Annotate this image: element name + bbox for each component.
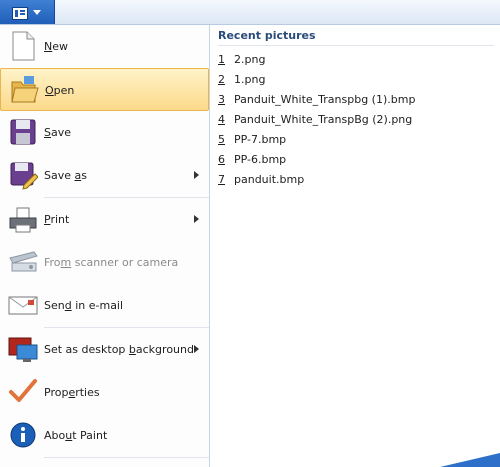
recent-pictures-title: Recent pictures <box>218 29 316 42</box>
recent-pictures-panel: Recent pictures 1 2.png 2 1.png 3 Panduit_W… <box>210 25 500 467</box>
menu-item-label: About Paint <box>44 429 108 442</box>
menu-item-send-email[interactable]: Send in e-mail <box>0 284 209 327</box>
new-document-icon <box>12 31 35 61</box>
desktop-background-icon <box>8 337 38 362</box>
recent-file-item[interactable]: 6 PP-6.bmp <box>218 153 415 173</box>
menu-item-about-paint[interactable]: About Paint <box>0 414 209 457</box>
decorative-corner <box>440 453 500 467</box>
chevron-down-icon <box>33 10 41 15</box>
menu-item-label: Set as desktop background <box>44 343 194 356</box>
menu-item-label: Save <box>44 126 72 139</box>
save-disk-icon <box>10 119 36 145</box>
menu-separator <box>44 457 209 458</box>
menu-item-label: From scanner or camera <box>44 256 179 269</box>
recent-file-item[interactable]: 7 panduit.bmp <box>218 173 415 193</box>
recent-file-item[interactable]: 2 1.png <box>218 73 415 93</box>
menu-item-label: New <box>44 40 68 53</box>
menu-item-print[interactable]: Print <box>0 198 209 241</box>
menu-item-save[interactable]: Save <box>0 111 209 154</box>
menu-item-new[interactable]: New <box>0 25 209 68</box>
printer-icon <box>9 207 37 233</box>
paint-app-icon <box>12 7 28 20</box>
submenu-arrow-icon <box>194 171 199 179</box>
menu-item-label: Open <box>45 84 75 97</box>
save-as-icon <box>10 162 38 190</box>
ribbon-bar <box>0 0 500 25</box>
open-folder-icon <box>11 76 39 103</box>
menu-item-properties[interactable]: Properties <box>0 371 209 414</box>
recent-file-item[interactable]: 4 Panduit_White_TranspBg (2).png <box>218 113 415 133</box>
scanner-icon <box>9 251 38 272</box>
about-info-icon <box>10 422 36 448</box>
recent-file-item[interactable]: 1 2.png <box>218 53 415 73</box>
email-icon <box>8 296 38 315</box>
menu-item-from-scanner[interactable]: From scanner or camera <box>0 241 209 284</box>
menu-item-label: Save as <box>44 169 87 182</box>
menu-item-save-as[interactable]: Save as <box>0 154 209 197</box>
submenu-arrow-icon <box>194 215 199 223</box>
submenu-arrow-icon <box>194 345 199 353</box>
menu-item-label: Send in e-mail <box>44 299 124 312</box>
recent-file-item[interactable]: 3 Panduit_White_Transpbg (1).bmp <box>218 93 415 113</box>
menu-item-label: Properties <box>44 386 100 399</box>
recent-file-list: 1 2.png 2 1.png 3 Panduit_White_Transpbg (1… <box>218 53 415 193</box>
paint-menu-button[interactable] <box>0 0 55 24</box>
recent-divider <box>218 45 494 46</box>
properties-checkmark-icon <box>9 379 37 402</box>
file-menu: New Open Save Save as Print From scanner… <box>0 25 210 467</box>
recent-file-item[interactable]: 5 PP-7.bmp <box>218 133 415 153</box>
menu-item-set-desktop-background[interactable]: Set as desktop background <box>0 328 209 371</box>
menu-item-label: Print <box>44 213 70 226</box>
menu-item-open[interactable]: Open <box>0 68 209 111</box>
